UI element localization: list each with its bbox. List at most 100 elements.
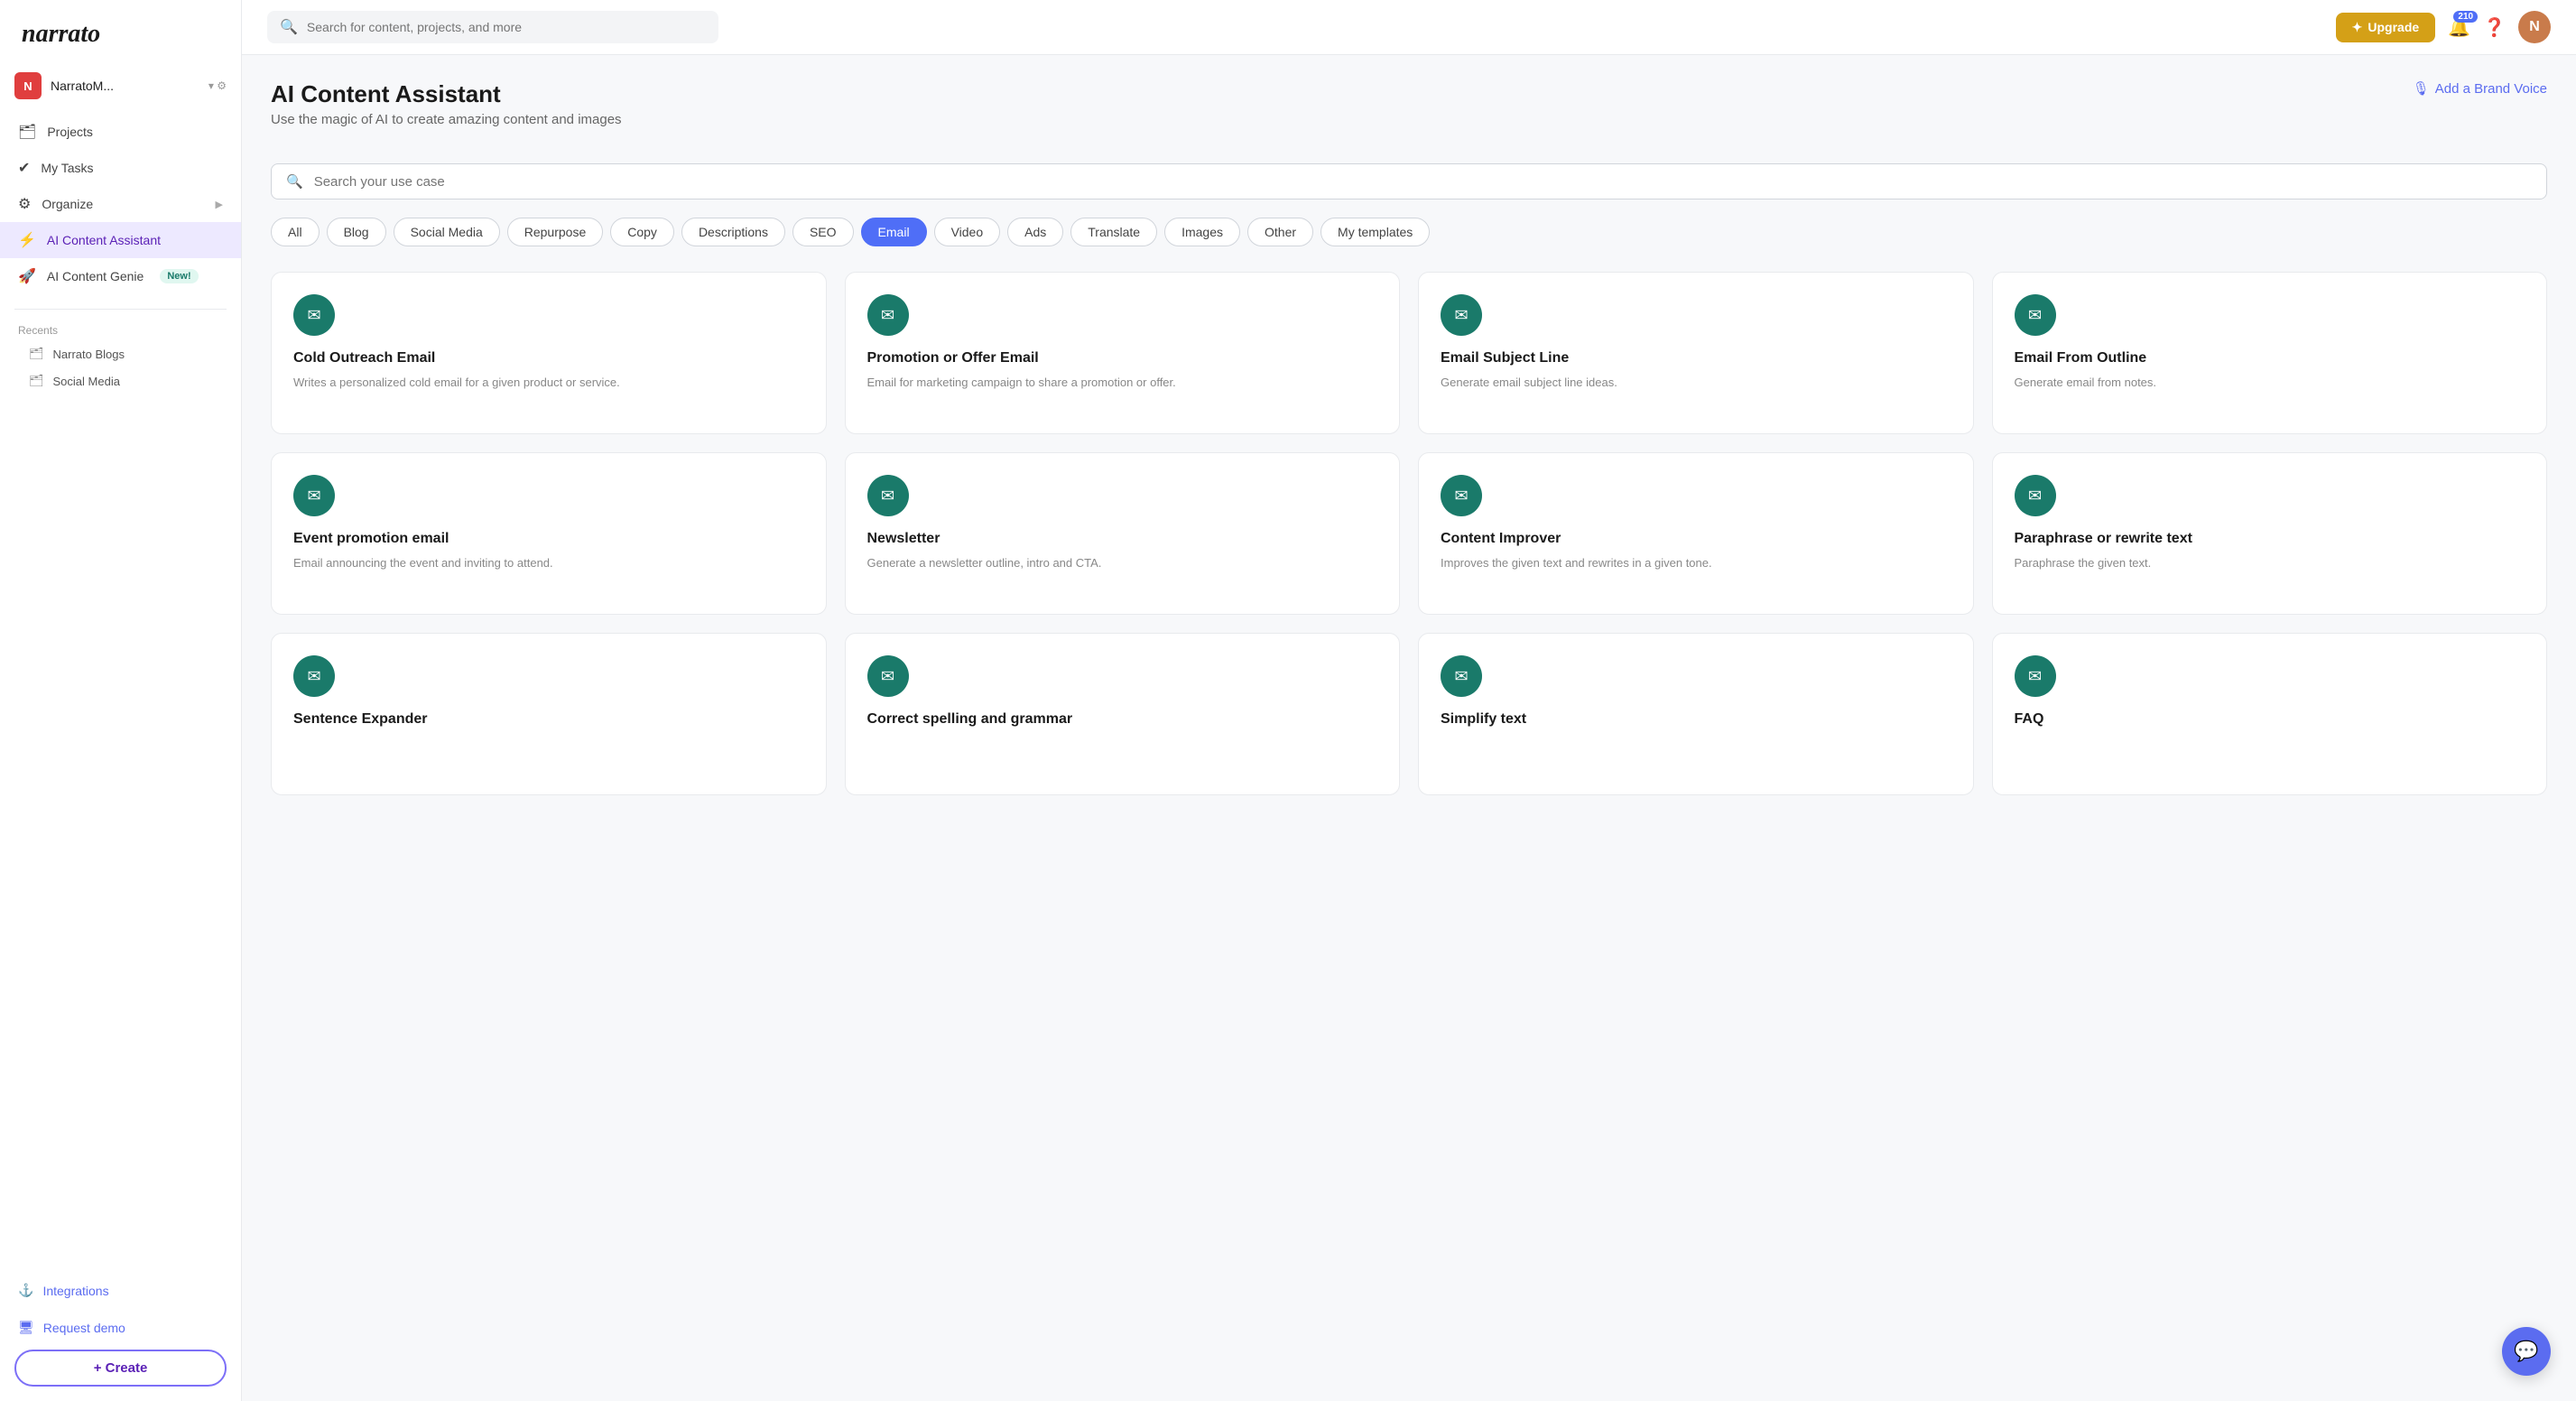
email-icon: ✉ [881,306,894,325]
email-icon: ✉ [307,487,320,506]
sidebar: narrato N NarratoM... ▾ ⚙ 🗂 Projects ✔ M… [0,0,242,1401]
card-icon-wrap: ✉ [867,655,909,697]
card-icon-wrap: ✉ [293,475,335,516]
new-badge: New! [160,269,198,283]
card-title: Paraphrase or rewrite text [2015,531,2525,547]
filter-tab-seo[interactable]: SEO [792,218,854,246]
global-search[interactable]: 🔍 [267,11,718,43]
card-desc: Generate email subject line ideas. [1441,374,1951,392]
card-icon-wrap: ✉ [2015,475,2056,516]
sidebar-item-ai-content-assistant[interactable]: ⚡ AI Content Assistant [0,222,241,258]
org-switcher[interactable]: N NarratoM... ▾ ⚙ [0,65,241,107]
page-subtitle: Use the magic of AI to create amazing co… [271,112,622,127]
page-title: AI Content Assistant [271,80,622,108]
folder-icon: 🗂 [29,347,44,361]
card-title: Cold Outreach Email [293,350,804,366]
card-email-from-outline[interactable]: ✉ Email From Outline Generate email from… [1992,272,2548,434]
card-title: Event promotion email [293,531,804,547]
cards-grid: ✉ Cold Outreach Email Writes a personali… [271,272,2547,795]
avatar[interactable]: N [2518,11,2551,43]
email-icon: ✉ [881,487,894,506]
card-icon-wrap: ✉ [1441,655,1482,697]
check-icon: ✔ [18,159,30,177]
card-desc: Generate email from notes. [2015,374,2525,392]
card-icon-wrap: ✉ [867,294,909,336]
card-desc: Email for marketing campaign to share a … [867,374,1378,392]
filter-tabs: AllBlog Social MediaRepurposeCopyDescript… [271,218,2547,246]
card-promotion-offer-email[interactable]: ✉ Promotion or Offer Email Email for mar… [845,272,1401,434]
organize-arrow-icon: ▶ [216,199,223,210]
upgrade-button[interactable]: ✦ Upgrade [2336,13,2436,42]
sidebar-item-my-tasks[interactable]: ✔ My Tasks [0,150,241,186]
card-title: Content Improver [1441,531,1951,547]
sidebar-item-narrato-blogs[interactable]: 🗂 Narrato Blogs [0,340,241,367]
card-correct-spelling-grammar[interactable]: ✉ Correct spelling and grammar [845,633,1401,795]
rocket-icon: 🚀 [18,267,36,285]
card-icon-wrap: ✉ [1441,294,1482,336]
integrations-link[interactable]: ⚓ Integrations [14,1276,227,1305]
sidebar-item-ai-content-genie[interactable]: 🚀 AI Content Genie New! [0,258,241,294]
email-icon: ✉ [1454,667,1468,686]
anchor-icon: ⚓ [18,1283,33,1298]
card-newsletter[interactable]: ✉ Newsletter Generate a newsletter outli… [845,452,1401,615]
filter-tab-images[interactable]: Images [1164,218,1240,246]
page-header: AI Content Assistant Use the magic of AI… [271,80,2547,145]
card-title: Sentence Expander [293,711,804,728]
card-cold-outreach-email[interactable]: ✉ Cold Outreach Email Writes a personali… [271,272,827,434]
card-icon-wrap: ✉ [2015,294,2056,336]
card-title: Email Subject Line [1441,350,1951,366]
filter-tab-copy[interactable]: Copy [610,218,674,246]
filter-tab-social-media[interactable]: Social Media [394,218,500,246]
briefcase-icon: 🗂 [18,123,36,141]
content-area: AI Content Assistant Use the magic of AI… [242,55,2576,1401]
chat-bubble[interactable]: 💬 [2502,1327,2551,1376]
card-paraphrase-rewrite[interactable]: ✉ Paraphrase or rewrite text Paraphrase … [1992,452,2548,615]
filter-tab-blog[interactable]: Blog [327,218,386,246]
folder-icon-2: 🗂 [29,374,44,388]
template-search-bar[interactable]: 🔍 [271,163,2547,199]
lightning-icon: ⚡ [18,231,36,249]
filter-tab-repurpose[interactable]: Repurpose [507,218,604,246]
sidebar-item-social-media[interactable]: 🗂 Social Media [0,367,241,394]
add-brand-voice-button[interactable]: 🎙 Add a Brand Voice [2413,80,2547,97]
sidebar-item-projects[interactable]: 🗂 Projects [0,114,241,150]
sidebar-item-organize[interactable]: ⚙ Organize ▶ [0,186,241,222]
filter-tab-other[interactable]: Other [1247,218,1313,246]
card-sentence-expander[interactable]: ✉ Sentence Expander [271,633,827,795]
card-icon-wrap: ✉ [867,475,909,516]
card-desc: Generate a newsletter outline, intro and… [867,554,1378,572]
filter-tab-translate[interactable]: Translate [1070,218,1157,246]
email-icon: ✉ [307,306,320,325]
star-icon: ✦ [2352,20,2363,35]
card-icon-wrap: ✉ [2015,655,2056,697]
email-icon: ✉ [2028,487,2042,506]
search-input[interactable] [307,20,706,34]
card-content-improver[interactable]: ✉ Content Improver Improves the given te… [1418,452,1974,615]
card-simplify-text[interactable]: ✉ Simplify text [1418,633,1974,795]
card-faq[interactable]: ✉ FAQ [1992,633,2548,795]
filter-tab-ads[interactable]: Ads [1007,218,1063,246]
template-search-input[interactable] [314,174,2532,190]
main-area: 🔍 ✦ Upgrade 🔔 210 ❓ N AI Content Assista… [242,0,2576,1401]
email-icon: ✉ [881,667,894,686]
org-avatar: N [14,72,42,99]
filter-tab-all[interactable]: All [271,218,320,246]
card-title: Correct spelling and grammar [867,711,1378,728]
notification-bell[interactable]: 🔔 210 [2448,16,2470,39]
filter-tab-my-templates[interactable]: My templates [1320,218,1430,246]
card-event-promotion-email[interactable]: ✉ Event promotion email Email announcing… [271,452,827,615]
request-demo-link[interactable]: 🖥 Request demo [14,1313,227,1342]
card-icon-wrap: ✉ [293,294,335,336]
create-button[interactable]: + Create [14,1350,227,1387]
email-icon: ✉ [1454,306,1468,325]
card-email-subject-line[interactable]: ✉ Email Subject Line Generate email subj… [1418,272,1974,434]
logo: narrato [0,0,241,65]
topbar: 🔍 ✦ Upgrade 🔔 210 ❓ N [242,0,2576,55]
filter-tab-descriptions[interactable]: Descriptions [681,218,785,246]
filter-tab-email[interactable]: Email [861,218,927,246]
card-title: Promotion or Offer Email [867,350,1378,366]
filter-tab-video[interactable]: Video [934,218,1001,246]
card-desc: Email announcing the event and inviting … [293,554,804,572]
card-title: Email From Outline [2015,350,2525,366]
help-icon[interactable]: ❓ [2483,16,2506,39]
